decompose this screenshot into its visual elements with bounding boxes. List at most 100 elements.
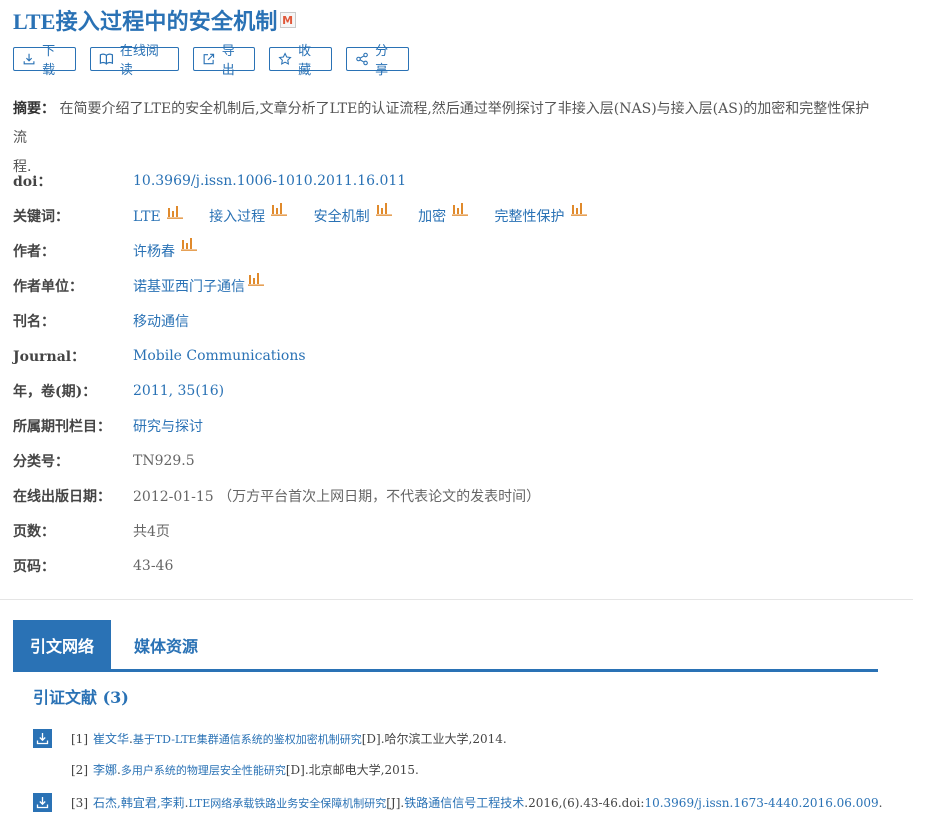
keywords-row: 关键词： LTE 接入过程 安全机制 加密 完整性保护 bbox=[13, 203, 609, 226]
journal-cn-row: 刊名： 移动通信 bbox=[13, 311, 189, 331]
reference-title-link[interactable]: 多用户系统的物理层安全性能研究 bbox=[121, 762, 286, 778]
share-label: 分享 bbox=[375, 44, 389, 78]
bar-chart-icon[interactable] bbox=[181, 237, 197, 251]
author-label: 作者： bbox=[13, 244, 55, 260]
doi-link[interactable]: 10.3969/j.issn.1006-1010.2011.16.011 bbox=[133, 173, 406, 189]
read-online-label: 在线阅读 bbox=[119, 44, 159, 78]
title-row: LTE接入过程中的安全机制 M bbox=[13, 4, 296, 36]
journal-cn-label: 刊名： bbox=[13, 314, 55, 330]
affiliation-name: 诺基亚西门子通信 bbox=[133, 279, 245, 295]
doi-label: doi： bbox=[13, 174, 52, 190]
class-row: 分类号： TN929.5 bbox=[13, 451, 195, 471]
reference-number: [3] bbox=[71, 795, 88, 810]
keyword-item[interactable]: 安全机制 bbox=[313, 203, 392, 226]
journal-cn-link[interactable]: 移动通信 bbox=[133, 311, 189, 331]
bar-chart-icon[interactable] bbox=[248, 272, 264, 286]
keyword-item[interactable]: 完整性保护 bbox=[494, 203, 587, 226]
year-link[interactable]: 2011, 35(16) bbox=[133, 383, 224, 399]
pages-count-value: 共4页 bbox=[133, 524, 170, 540]
online-label: 在线出版日期： bbox=[13, 489, 111, 505]
column-row: 所属期刊栏目： 研究与探讨 bbox=[13, 416, 203, 436]
pages-count-row: 页数： 共4页 bbox=[13, 521, 170, 541]
online-value: 2012-01-15 （万方平台首次上网日期，不代表论文的发表时间） bbox=[133, 489, 541, 505]
reference-detail: .2016,(6).43-46.doi: bbox=[524, 795, 645, 810]
pages-row: 页码： 43-46 bbox=[13, 556, 173, 576]
column-link[interactable]: 研究与探讨 bbox=[133, 416, 203, 436]
abstract-text: 在简要介绍了LTE的安全机制后,文章分析了LTE的认证流程,然后通过举例探讨了非… bbox=[13, 101, 870, 146]
affiliation-row: 作者单位： 诺基亚西门子通信 bbox=[13, 273, 286, 296]
reference-end: . bbox=[878, 795, 883, 810]
share-icon bbox=[356, 52, 368, 66]
m-badge-letter: M bbox=[282, 13, 294, 27]
export-button[interactable]: 导出 bbox=[193, 44, 255, 78]
journal-en-label: Journal： bbox=[13, 349, 86, 365]
tab-media-resources[interactable]: 媒体资源 bbox=[111, 620, 221, 669]
author-link[interactable]: 许杨春 bbox=[133, 238, 197, 261]
column-label: 所属期刊栏目： bbox=[13, 419, 111, 435]
keyword-item[interactable]: LTE bbox=[133, 206, 183, 225]
keyword-label: 接入过程 bbox=[209, 209, 266, 225]
keyword-label: 完整性保护 bbox=[494, 209, 565, 225]
reference-item: [3] 石杰,韩宜君,李莉 . LTE网络承载铁路业务安全保障机制研究 [J].… bbox=[33, 793, 882, 812]
author-row: 作者： 许杨春 bbox=[13, 238, 219, 261]
page-title: LTE接入过程中的安全机制 bbox=[13, 9, 278, 34]
reference-suffix: [D].北京邮电大学,2015. bbox=[285, 763, 419, 777]
tab-citation-network[interactable]: 引文网络 bbox=[13, 620, 111, 669]
reference-author[interactable]: 崔文华 bbox=[93, 730, 129, 747]
journal-en-row: Journal： Mobile Communications bbox=[13, 346, 306, 366]
affiliation-link[interactable]: 诺基亚西门子通信 bbox=[133, 273, 264, 296]
reference-title-link[interactable]: LTE网络承载铁路业务安全保障机制研究 bbox=[188, 795, 386, 811]
online-row: 在线出版日期： 2012-01-15 （万方平台首次上网日期，不代表论文的发表时… bbox=[13, 486, 540, 506]
download-label: 下载 bbox=[42, 44, 56, 78]
year-row: 年，卷(期)： 2011, 35(16) bbox=[13, 381, 224, 401]
section-divider bbox=[0, 599, 913, 600]
keyword-item[interactable]: 接入过程 bbox=[209, 203, 288, 226]
reference-item: [2] 李娜 . 多用户系统的物理层安全性能研究 [D].北京邮电大学,2015… bbox=[33, 761, 419, 778]
bar-chart-icon[interactable] bbox=[452, 202, 469, 216]
export-label: 导出 bbox=[221, 44, 235, 78]
bar-chart-icon[interactable] bbox=[375, 202, 392, 216]
download-reference-button[interactable] bbox=[33, 793, 52, 812]
abstract: 摘要： 在简要介绍了LTE的安全机制后,文章分析了LTE的认证流程,然后通过举例… bbox=[13, 95, 883, 182]
reference-item: [1] 崔文华 . 基于TD-LTE集群通信系统的鉴权加密机制研究 [D].哈尔… bbox=[33, 729, 507, 748]
read-online-button[interactable]: 在线阅读 bbox=[90, 44, 179, 78]
reference-type: [J]. bbox=[386, 795, 405, 810]
bar-chart-icon[interactable] bbox=[570, 202, 587, 216]
download-icon bbox=[36, 797, 49, 809]
download-reference-button[interactable] bbox=[33, 729, 52, 748]
keyword-label: LTE bbox=[133, 209, 161, 225]
export-icon bbox=[203, 53, 215, 65]
reference-author[interactable]: 石杰,韩宜君,李莉 bbox=[93, 794, 185, 811]
reference-author[interactable]: 李娜 bbox=[93, 761, 117, 778]
keyword-label: 加密 bbox=[418, 209, 447, 225]
pages-label: 页码： bbox=[13, 559, 55, 575]
reference-doi-link[interactable]: 10.3969/j.issn.1673-4440.2016.06.009 bbox=[644, 796, 878, 810]
author-name: 许杨春 bbox=[133, 244, 175, 260]
journal-en-link[interactable]: Mobile Communications bbox=[133, 348, 306, 364]
reference-title-link[interactable]: 基于TD-LTE集群通信系统的鉴权加密机制研究 bbox=[133, 731, 362, 747]
collect-label: 收藏 bbox=[298, 44, 312, 78]
share-button[interactable]: 分享 bbox=[346, 44, 409, 78]
pages-value: 43-46 bbox=[133, 558, 174, 574]
collect-button[interactable]: 收藏 bbox=[269, 44, 332, 78]
reference-number: [1] bbox=[71, 731, 88, 746]
abstract-label: 摘要： bbox=[13, 101, 55, 117]
reference-number: [2] bbox=[71, 762, 88, 777]
pages-count-label: 页数： bbox=[13, 524, 55, 540]
keyword-item[interactable]: 加密 bbox=[418, 203, 469, 226]
download-button[interactable]: 下载 bbox=[13, 44, 76, 78]
tab-bar: 引文网络 媒体资源 bbox=[13, 620, 878, 672]
keyword-label: 安全机制 bbox=[313, 209, 370, 225]
m-badge-icon[interactable]: M bbox=[279, 12, 296, 28]
reference-journal-link[interactable]: 铁路通信信号工程技术 bbox=[404, 794, 524, 811]
bar-chart-icon[interactable] bbox=[166, 205, 183, 219]
citing-literature-title: 引证文献 (3) bbox=[33, 688, 129, 707]
book-icon bbox=[99, 53, 114, 65]
download-icon bbox=[23, 53, 35, 65]
reference-suffix: [D].哈尔滨工业大学,2014. bbox=[361, 732, 507, 746]
keywords-list: LTE 接入过程 安全机制 加密 完整性保护 bbox=[133, 203, 609, 226]
class-value: TN929.5 bbox=[133, 453, 195, 469]
year-label: 年，卷(期)： bbox=[13, 384, 97, 400]
star-icon bbox=[278, 52, 292, 65]
bar-chart-icon[interactable] bbox=[271, 202, 288, 216]
